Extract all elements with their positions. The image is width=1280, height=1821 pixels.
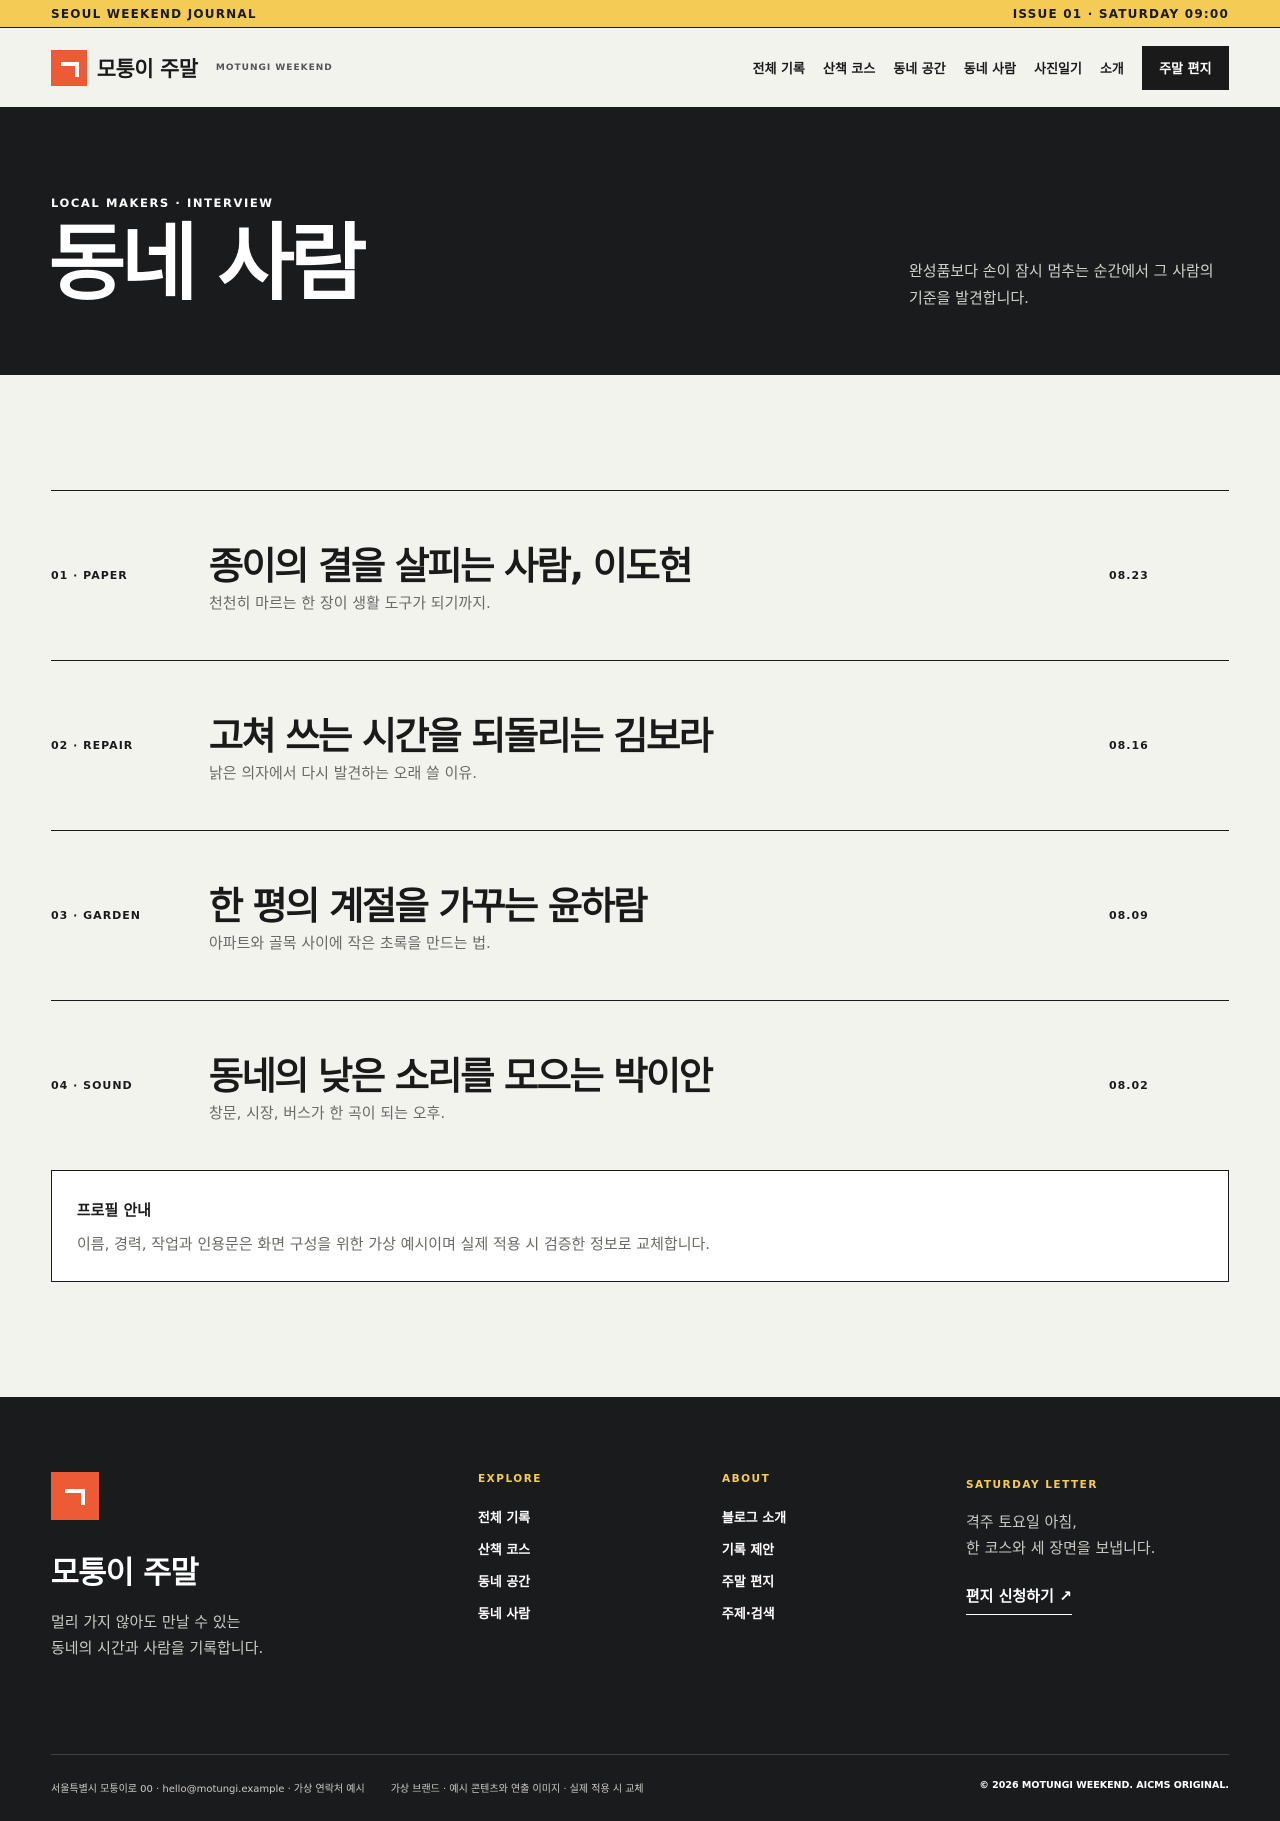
profile-notice: 프로필 안내 이름, 경력, 작업과 인용문은 화면 구성을 위한 가상 예시이… — [51, 1170, 1229, 1282]
footer-link-all-records[interactable]: 전체 기록 — [478, 1507, 542, 1539]
article-subtitle: 낡은 의자에서 다시 발견하는 오래 쓸 이유. — [209, 764, 477, 782]
footer-disclaimer: 가상 브랜드 · 예시 콘텐츠와 연출 이미지 · 실제 적용 시 교체 — [390, 1784, 644, 1795]
site-header: 모퉁이 주말 MOTUNGI WEEKEND 전체 기록 산책 코스 동네 공간… — [0, 28, 1280, 107]
brand-logo-link[interactable]: 모퉁이 주말 MOTUNGI WEEKEND — [51, 49, 333, 86]
nav-local-people[interactable]: 동네 사람 — [964, 58, 1016, 77]
article-subtitle: 천천히 마르는 한 장이 생활 도구가 되기까지. — [209, 594, 491, 612]
letter-description-line1: 격주 토요일 아침, — [966, 1513, 1077, 1531]
article-tag: 02 · REPAIR — [51, 739, 134, 752]
brand-name: 모퉁이 주말 — [97, 56, 198, 81]
letter-description: 격주 토요일 아침, 한 코스와 세 장면을 보냅니다. — [966, 1509, 1155, 1561]
footer-description-line2: 동네의 시간과 사람을 기록합니다. — [51, 1639, 264, 1657]
footer-legal: 서울특별시 모퉁이로 00 · hello@motungi.example · … — [51, 1780, 644, 1795]
footer-description-line1: 멀리 가지 않아도 만날 수 있는 — [51, 1613, 241, 1631]
footer-divider — [51, 1754, 1229, 1755]
subscribe-letter-link[interactable]: 편지 신청하기 ↗ — [966, 1585, 1072, 1615]
notice-body: 이름, 경력, 작업과 인용문은 화면 구성을 위한 가상 예시이며 실제 적용… — [77, 1235, 711, 1253]
article-tag: 04 · SOUND — [51, 1079, 133, 1092]
hero-description: 완성품보다 손이 잠시 멈추는 순간에서 그 사람의 기준을 발견합니다. — [909, 258, 1229, 312]
footer-link-topic-search[interactable]: 주제·검색 — [722, 1603, 786, 1635]
list-item[interactable]: 02 · REPAIR 고쳐 쓰는 시간을 되돌리는 김보라 낡은 의자에서 다… — [51, 660, 1229, 830]
footer-description: 멀리 가지 않아도 만날 수 있는 동네의 시간과 사람을 기록합니다. — [51, 1609, 263, 1661]
letter-heading: SATURDAY LETTER — [966, 1479, 1098, 1491]
article-subtitle: 아파트와 골목 사이에 작은 초록을 만드는 법. — [209, 934, 491, 952]
brand-mark-icon — [51, 49, 87, 86]
nav-walk-courses[interactable]: 산책 코스 — [823, 58, 875, 77]
footer-link-weekend-letter[interactable]: 주말 편지 — [722, 1571, 786, 1603]
footer-link-suggest[interactable]: 기록 제안 — [722, 1539, 786, 1571]
letter-description-line2: 한 코스와 세 장면을 보냅니다. — [966, 1539, 1156, 1557]
issue-label: ISSUE 01 · SATURDAY 09:00 — [1012, 6, 1229, 21]
page-title: 동네 사람 — [49, 214, 367, 312]
footer-link-local-spaces[interactable]: 동네 공간 — [478, 1571, 542, 1603]
article-title[interactable]: 고쳐 쓰는 시간을 되돌리는 김보라 — [209, 705, 714, 760]
interview-list: 01 · PAPER 종이의 결을 살피는 사람, 이도현 천천히 마르는 한 … — [51, 490, 1229, 1170]
nav-local-spaces[interactable]: 동네 공간 — [893, 58, 945, 77]
article-date: 08.02 — [1109, 1079, 1149, 1092]
footer-link-walk-courses[interactable]: 산책 코스 — [478, 1539, 542, 1571]
site-footer: 모퉁이 주말 멀리 가지 않아도 만날 수 있는 동네의 시간과 사람을 기록합… — [0, 1397, 1280, 1821]
article-date: 08.23 — [1109, 569, 1149, 582]
list-item[interactable]: 03 · GARDEN 한 평의 계절을 가꾸는 윤하람 아파트와 골목 사이에… — [51, 830, 1229, 1000]
footer-link-local-people[interactable]: 동네 사람 — [478, 1603, 542, 1635]
notice-title: 프로필 안내 — [77, 1201, 152, 1219]
article-title[interactable]: 종이의 결을 살피는 사람, 이도현 — [209, 535, 693, 590]
hero-description-line1: 완성품보다 손이 잠시 멈추는 순간에서 그 사람의 — [909, 262, 1214, 280]
list-item[interactable]: 04 · SOUND 동네의 낮은 소리를 모으는 박이안 창문, 시장, 버스… — [51, 1000, 1229, 1170]
hero-description-line2: 기준을 발견합니다. — [909, 289, 1029, 307]
list-item[interactable]: 01 · PAPER 종이의 결을 살피는 사람, 이도현 천천히 마르는 한 … — [51, 490, 1229, 660]
article-tag: 01 · PAPER — [51, 569, 128, 582]
weekend-letter-button[interactable]: 주말 편지 — [1142, 45, 1229, 90]
footer-brand-mark-icon — [51, 1472, 99, 1520]
nav-all-records[interactable]: 전체 기록 — [753, 58, 805, 77]
article-tag: 03 · GARDEN — [51, 909, 142, 922]
main-nav: 전체 기록 산책 코스 동네 공간 동네 사람 사진일기 소개 주말 편지 — [735, 45, 1229, 90]
brand-subtitle: MOTUNGI WEEKEND — [215, 62, 333, 73]
explore-heading: EXPLORE — [478, 1473, 542, 1485]
article-date: 08.09 — [1109, 909, 1149, 922]
top-banner: SEOUL WEEKEND JOURNAL ISSUE 01 · SATURDA… — [0, 0, 1280, 28]
footer-brand-name: 모퉁이 주말 — [51, 1555, 199, 1591]
hero-section: LOCAL MAKERS · INTERVIEW 동네 사람 완성품보다 손이 … — [0, 107, 1280, 375]
article-date: 08.16 — [1109, 739, 1149, 752]
footer-letter-column: SATURDAY LETTER 격주 토요일 아침, 한 코스와 세 장면을 보… — [966, 1479, 1155, 1615]
article-title[interactable]: 동네의 낮은 소리를 모으는 박이안 — [209, 1045, 714, 1100]
footer-link-blog-intro[interactable]: 블로그 소개 — [722, 1507, 786, 1539]
nav-about[interactable]: 소개 — [1100, 58, 1124, 77]
article-title[interactable]: 한 평의 계절을 가꾸는 윤하람 — [209, 875, 648, 930]
about-heading: ABOUT — [722, 1473, 771, 1485]
article-subtitle: 창문, 시장, 버스가 한 곡이 되는 오후. — [209, 1104, 446, 1122]
footer-contact: 서울특별시 모퉁이로 00 · hello@motungi.example · … — [51, 1784, 365, 1795]
footer-copyright: © 2026 MOTUNGI WEEKEND. AICMS ORIGINAL. — [979, 1780, 1229, 1791]
nav-photo-diary[interactable]: 사진일기 — [1034, 58, 1082, 77]
footer-about-column: ABOUT 블로그 소개 기록 제안 주말 편지 주제·검색 — [722, 1473, 786, 1635]
footer-explore-column: EXPLORE 전체 기록 산책 코스 동네 공간 동네 사람 — [478, 1473, 542, 1635]
hero-eyebrow: LOCAL MAKERS · INTERVIEW — [51, 196, 274, 210]
journal-label: SEOUL WEEKEND JOURNAL — [51, 6, 257, 21]
